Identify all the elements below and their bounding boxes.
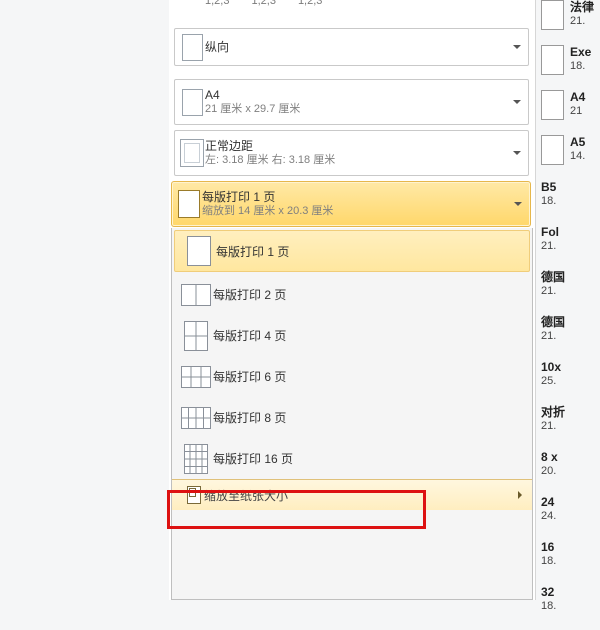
size-sub: 24. <box>541 510 556 524</box>
collated-preview: 1,2,3 1,2,3 1,2,3 <box>174 0 529 7</box>
paper-size-item[interactable]: B518. <box>541 180 599 219</box>
margins-title: 正常边距 <box>205 139 335 154</box>
scale-label: 缩放至纸张大小 <box>204 487 288 504</box>
menu-label: 每版打印 2 页 <box>213 286 286 303</box>
size-title: 8 x <box>541 450 558 465</box>
paper-size-item[interactable]: 德国21. <box>541 315 599 354</box>
menu-label: 每版打印 1 页 <box>216 243 289 260</box>
paper-size-list: 法律21.Exe18.A421A514.B518.Fol21.德国21.德国21… <box>541 0 599 630</box>
grid-6-icon <box>179 362 213 392</box>
size-sub: 21. <box>541 285 565 299</box>
page-icon <box>179 87 205 117</box>
paper-size-item[interactable]: 3218. <box>541 585 599 624</box>
margins-icon <box>179 138 205 168</box>
pages-selected-title: 每版打印 1 页 <box>202 190 333 205</box>
page-icon <box>541 45 564 75</box>
grid-2-icon <box>179 280 213 310</box>
size-sub: 21. <box>570 15 594 29</box>
size-sub: 21. <box>541 420 565 434</box>
pages-selected-sub: 缩放到 14 厘米 x 20.3 厘米 <box>202 205 333 219</box>
size-title: A4 <box>570 90 585 105</box>
grid-8-icon <box>179 403 213 433</box>
size-sub: 18. <box>541 600 556 614</box>
page-icon <box>541 135 564 165</box>
size-sub: 18. <box>541 555 556 569</box>
grid-1-icon <box>182 236 216 266</box>
paper-size-item[interactable]: 德国21. <box>541 270 599 309</box>
paper-size-item[interactable]: A421 <box>541 90 599 129</box>
chevron-down-icon <box>513 45 521 49</box>
size-sub: 20. <box>541 465 558 479</box>
size-title: 10x <box>541 360 561 375</box>
paper-size-item[interactable]: 10x25. <box>541 360 599 399</box>
menu-item-1-page[interactable]: 每版打印 1 页 <box>174 230 530 272</box>
orientation-label: 纵向 <box>205 40 229 55</box>
menu-item-16-page[interactable]: 每版打印 16 页 <box>172 438 532 479</box>
pages-per-sheet-dropdown[interactable]: 每版打印 1 页 缩放到 14 厘米 x 20.3 厘米 <box>171 181 531 227</box>
collated-2: 1,2,3 <box>251 0 275 7</box>
grid-16-icon <box>179 444 213 474</box>
chevron-down-icon <box>513 151 521 155</box>
paper-size-item[interactable]: 1618. <box>541 540 599 579</box>
paper-size-item[interactable]: 法律21. <box>541 0 599 39</box>
paper-size-item[interactable]: 2424. <box>541 495 599 534</box>
print-settings-panel: 1,2,3 1,2,3 1,2,3 纵向 A4 21 厘米 x 29.7 厘米 … <box>169 0 536 600</box>
size-title: 法律 <box>570 0 594 15</box>
size-title: 德国 <box>541 270 565 285</box>
collated-1: 1,2,3 <box>205 0 229 7</box>
paper-sub: 21 厘米 x 29.7 厘米 <box>205 103 300 117</box>
paper-title: A4 <box>205 88 300 103</box>
size-title: Fol <box>541 225 559 240</box>
pages-per-sheet-menu: 每版打印 1 页 每版打印 2 页 每版打印 4 页 每版打印 6 页 每版打印… <box>171 228 533 600</box>
size-sub: 21. <box>541 240 559 254</box>
menu-label: 每版打印 4 页 <box>213 327 286 344</box>
menu-label: 每版打印 8 页 <box>213 409 286 426</box>
paper-size-item[interactable]: 8 x20. <box>541 450 599 489</box>
size-sub: 25. <box>541 375 561 389</box>
size-title: B5 <box>541 180 556 195</box>
size-title: 对折 <box>541 405 565 420</box>
page-icon <box>541 90 564 120</box>
paper-size-item[interactable]: A514. <box>541 135 599 174</box>
size-sub: 21 <box>570 105 585 119</box>
size-title: 16 <box>541 540 556 555</box>
menu-item-8-page[interactable]: 每版打印 8 页 <box>172 397 532 438</box>
size-sub: 14. <box>570 150 585 164</box>
size-sub: 18. <box>570 60 591 74</box>
scale-icon <box>184 486 204 504</box>
grid-4-icon <box>179 321 213 351</box>
size-sub: 18. <box>541 195 556 209</box>
collated-3: 1,2,3 <box>298 0 322 7</box>
size-title: Exe <box>570 45 591 60</box>
orientation-dropdown[interactable]: 纵向 <box>174 28 529 66</box>
menu-label: 每版打印 16 页 <box>213 450 293 467</box>
scale-to-paper-submenu[interactable]: 缩放至纸张大小 <box>172 479 532 510</box>
page-icon <box>541 0 564 30</box>
size-title: 24 <box>541 495 556 510</box>
menu-item-4-page[interactable]: 每版打印 4 页 <box>172 315 532 356</box>
margins-dropdown[interactable]: 正常边距 左: 3.18 厘米 右: 3.18 厘米 <box>174 130 529 176</box>
paper-size-item[interactable]: Exe18. <box>541 45 599 84</box>
margins-sub: 左: 3.18 厘米 右: 3.18 厘米 <box>205 154 335 168</box>
paper-size-item[interactable]: Fol21. <box>541 225 599 264</box>
menu-item-6-page[interactable]: 每版打印 6 页 <box>172 356 532 397</box>
size-title: 32 <box>541 585 556 600</box>
page-icon <box>176 189 202 219</box>
chevron-down-icon <box>513 100 521 104</box>
paper-size-dropdown[interactable]: A4 21 厘米 x 29.7 厘米 <box>174 79 529 125</box>
size-title: 德国 <box>541 315 565 330</box>
menu-item-2-page[interactable]: 每版打印 2 页 <box>172 274 532 315</box>
chevron-down-icon <box>514 202 522 206</box>
size-title: A5 <box>570 135 585 150</box>
paper-size-item[interactable]: 对折21. <box>541 405 599 444</box>
page-portrait-icon <box>179 32 205 62</box>
size-sub: 21. <box>541 330 565 344</box>
menu-label: 每版打印 6 页 <box>213 368 286 385</box>
